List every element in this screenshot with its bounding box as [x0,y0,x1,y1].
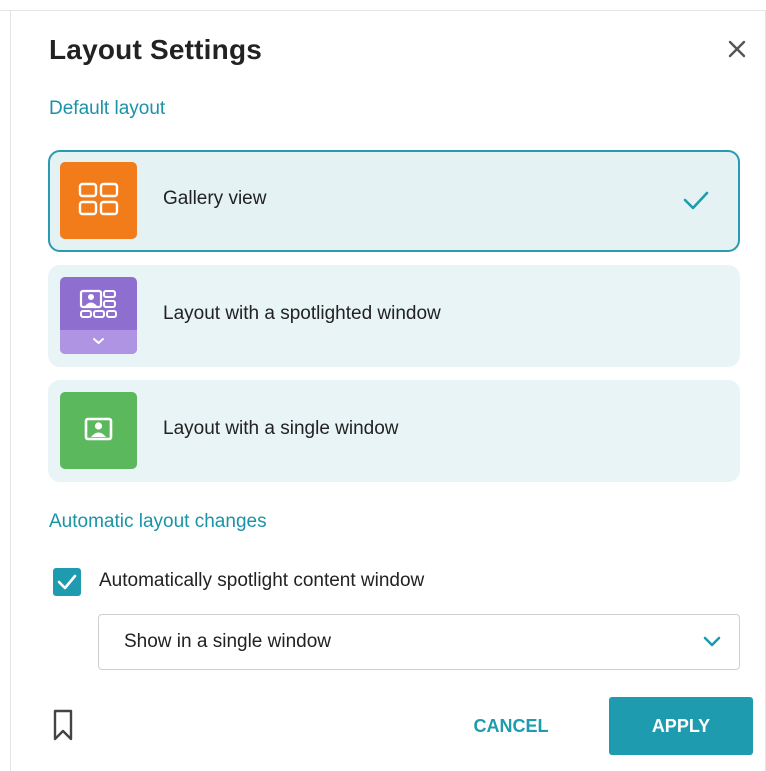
spotlight-layout-icon [60,277,137,354]
top-border [0,10,766,11]
default-layout-heading: Default layout [49,98,166,119]
layout-option-spotlighted-window[interactable]: Layout with a spotlighted window [48,265,740,367]
bookmark-icon[interactable] [52,708,74,742]
layout-option-label: Layout with a single window [163,418,399,439]
checkbox-checkmark-icon [57,574,77,590]
spotlight-content-checkbox[interactable] [53,568,81,596]
left-border [10,10,11,771]
layout-option-label: Gallery view [163,188,267,209]
single-window-icon [60,392,137,469]
dialog-title: Layout Settings [49,34,263,65]
spotlight-mode-select[interactable]: Show in a single window [98,614,740,670]
select-value: Show in a single window [124,631,332,652]
close-icon[interactable] [722,34,752,64]
layout-option-gallery-view[interactable]: Gallery view [48,150,740,252]
layout-option-label: Layout with a spotlighted window [163,303,441,324]
gallery-grid-icon [60,162,137,239]
cancel-button[interactable]: CANCEL [455,698,567,754]
checkmark-icon [683,191,709,210]
apply-button[interactable]: APPLY [609,697,753,755]
automatic-layout-heading: Automatic layout changes [49,511,267,532]
layout-option-single-window[interactable]: Layout with a single window [48,380,740,482]
chevron-down-icon [703,636,721,647]
spotlight-content-label: Automatically spotlight content window [99,570,425,591]
